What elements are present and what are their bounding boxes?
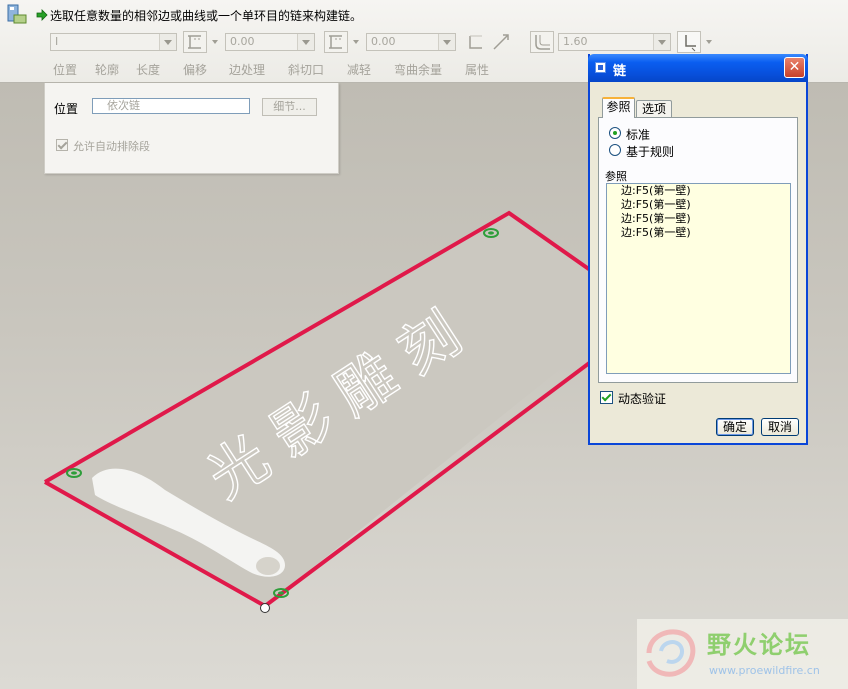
corner-side-icon[interactable]	[466, 32, 486, 52]
watermark-title: 野火论坛	[707, 631, 811, 659]
radio-rule-based-label: 基于规则	[626, 145, 675, 159]
chain-dialog: 链 ✕ 参照 选项 标准 基于规则 参照 边:F5(第一壁) 边:F5(第一壁)…	[588, 54, 808, 445]
placement-panel: 位置 依次链 细节... 允许自动排除段	[44, 83, 339, 174]
tab-properties[interactable]: 属性	[465, 61, 489, 78]
chevron-down-icon[interactable]	[353, 40, 359, 44]
list-item[interactable]: 边:F5(第一壁)	[607, 198, 790, 212]
details-button[interactable]: 细节...	[262, 98, 317, 116]
tab-edge-treatment[interactable]: 边处理	[229, 61, 265, 78]
watermark: 野火论坛 www.proewildfire.cn	[637, 619, 848, 689]
dialog-title: 链	[613, 64, 627, 79]
allow-auto-exclude-checkbox[interactable]	[56, 139, 68, 151]
cancel-button[interactable]: 取消	[761, 418, 799, 436]
flange-type-select[interactable]: I	[50, 33, 177, 51]
close-button[interactable]: ✕	[784, 57, 805, 78]
list-item[interactable]: 边:F5(第一壁)	[607, 184, 790, 198]
offset-end1-button[interactable]	[183, 31, 207, 53]
chevron-down-icon[interactable]	[212, 40, 218, 44]
references-heading: 参照	[605, 170, 627, 183]
tab-offset[interactable]: 偏移	[183, 61, 207, 78]
radio-rule-based[interactable]	[609, 144, 621, 156]
offset-end2-button[interactable]	[324, 31, 348, 53]
offset-value-2-text: 0.00	[371, 35, 396, 48]
offset-value-2[interactable]: 0.00	[366, 33, 456, 51]
allow-auto-exclude-label: 允许自动排除段	[73, 140, 150, 153]
thickness-value-field[interactable]: 1.60	[558, 33, 671, 51]
tab-placement[interactable]: 位置	[53, 61, 77, 78]
thickness-value-text: 1.60	[563, 35, 588, 48]
message-prompt: 选取任意数量的相邻边或曲线或一个单环目的链来构建链。	[50, 9, 363, 23]
chevron-down-icon[interactable]	[706, 40, 712, 44]
start-point-handle[interactable]	[260, 603, 270, 613]
list-item[interactable]: 边:F5(第一壁)	[607, 226, 790, 240]
dialog-titlebar[interactable]: 链 ✕	[588, 54, 808, 82]
watermark-logo-icon	[646, 629, 696, 677]
chevron-down-icon	[438, 34, 455, 50]
offset-value-1[interactable]: 0.00	[225, 33, 315, 51]
dynamic-validation-checkbox[interactable]	[600, 391, 613, 404]
bend-radius-icon	[535, 35, 550, 50]
dynamic-validation-label: 动态验证	[618, 392, 667, 406]
tab-miter-cuts[interactable]: 斜切口	[288, 61, 324, 78]
chevron-down-icon	[297, 34, 314, 50]
tab-references[interactable]: 参照	[602, 97, 635, 118]
chevron-down-icon	[653, 34, 670, 50]
references-list[interactable]: 边:F5(第一壁) 边:F5(第一壁) 边:F5(第一壁) 边:F5(第一壁)	[606, 183, 791, 374]
close-icon: ✕	[788, 59, 801, 75]
radio-standard-label: 标准	[626, 128, 651, 142]
tab-length[interactable]: 长度	[136, 61, 160, 78]
offset-value-1-text: 0.00	[230, 35, 255, 48]
tab-relief[interactable]: 减轻	[347, 61, 371, 78]
flip-direction-icon[interactable]	[491, 32, 511, 52]
flange-feature-icon	[7, 4, 27, 24]
prompt-arrow-icon	[36, 9, 48, 21]
flange-type-value: I	[55, 35, 59, 48]
chevron-down-icon	[159, 34, 176, 50]
end-offset-icon	[188, 35, 201, 49]
thickness-side-button[interactable]	[530, 31, 554, 53]
list-item[interactable]: 边:F5(第一壁)	[607, 212, 790, 226]
radio-standard[interactable]	[609, 127, 621, 139]
placement-collector[interactable]: 依次链	[92, 98, 250, 114]
ok-button[interactable]: 确定	[716, 418, 754, 436]
window-icon	[595, 62, 606, 73]
watermark-url: www.proewildfire.cn	[709, 664, 820, 677]
tab-bend-allowance[interactable]: 弯曲余量	[394, 61, 442, 78]
end-offset-icon	[329, 35, 342, 49]
tab-profile[interactable]: 轮廓	[95, 61, 119, 78]
bend-relief-icon	[685, 35, 696, 52]
references-tab-panel: 标准 基于规则 参照 边:F5(第一壁) 边:F5(第一壁) 边:F5(第一壁)…	[598, 117, 798, 383]
placement-label: 位置	[54, 102, 79, 116]
bend-relief-button[interactable]	[677, 31, 701, 53]
